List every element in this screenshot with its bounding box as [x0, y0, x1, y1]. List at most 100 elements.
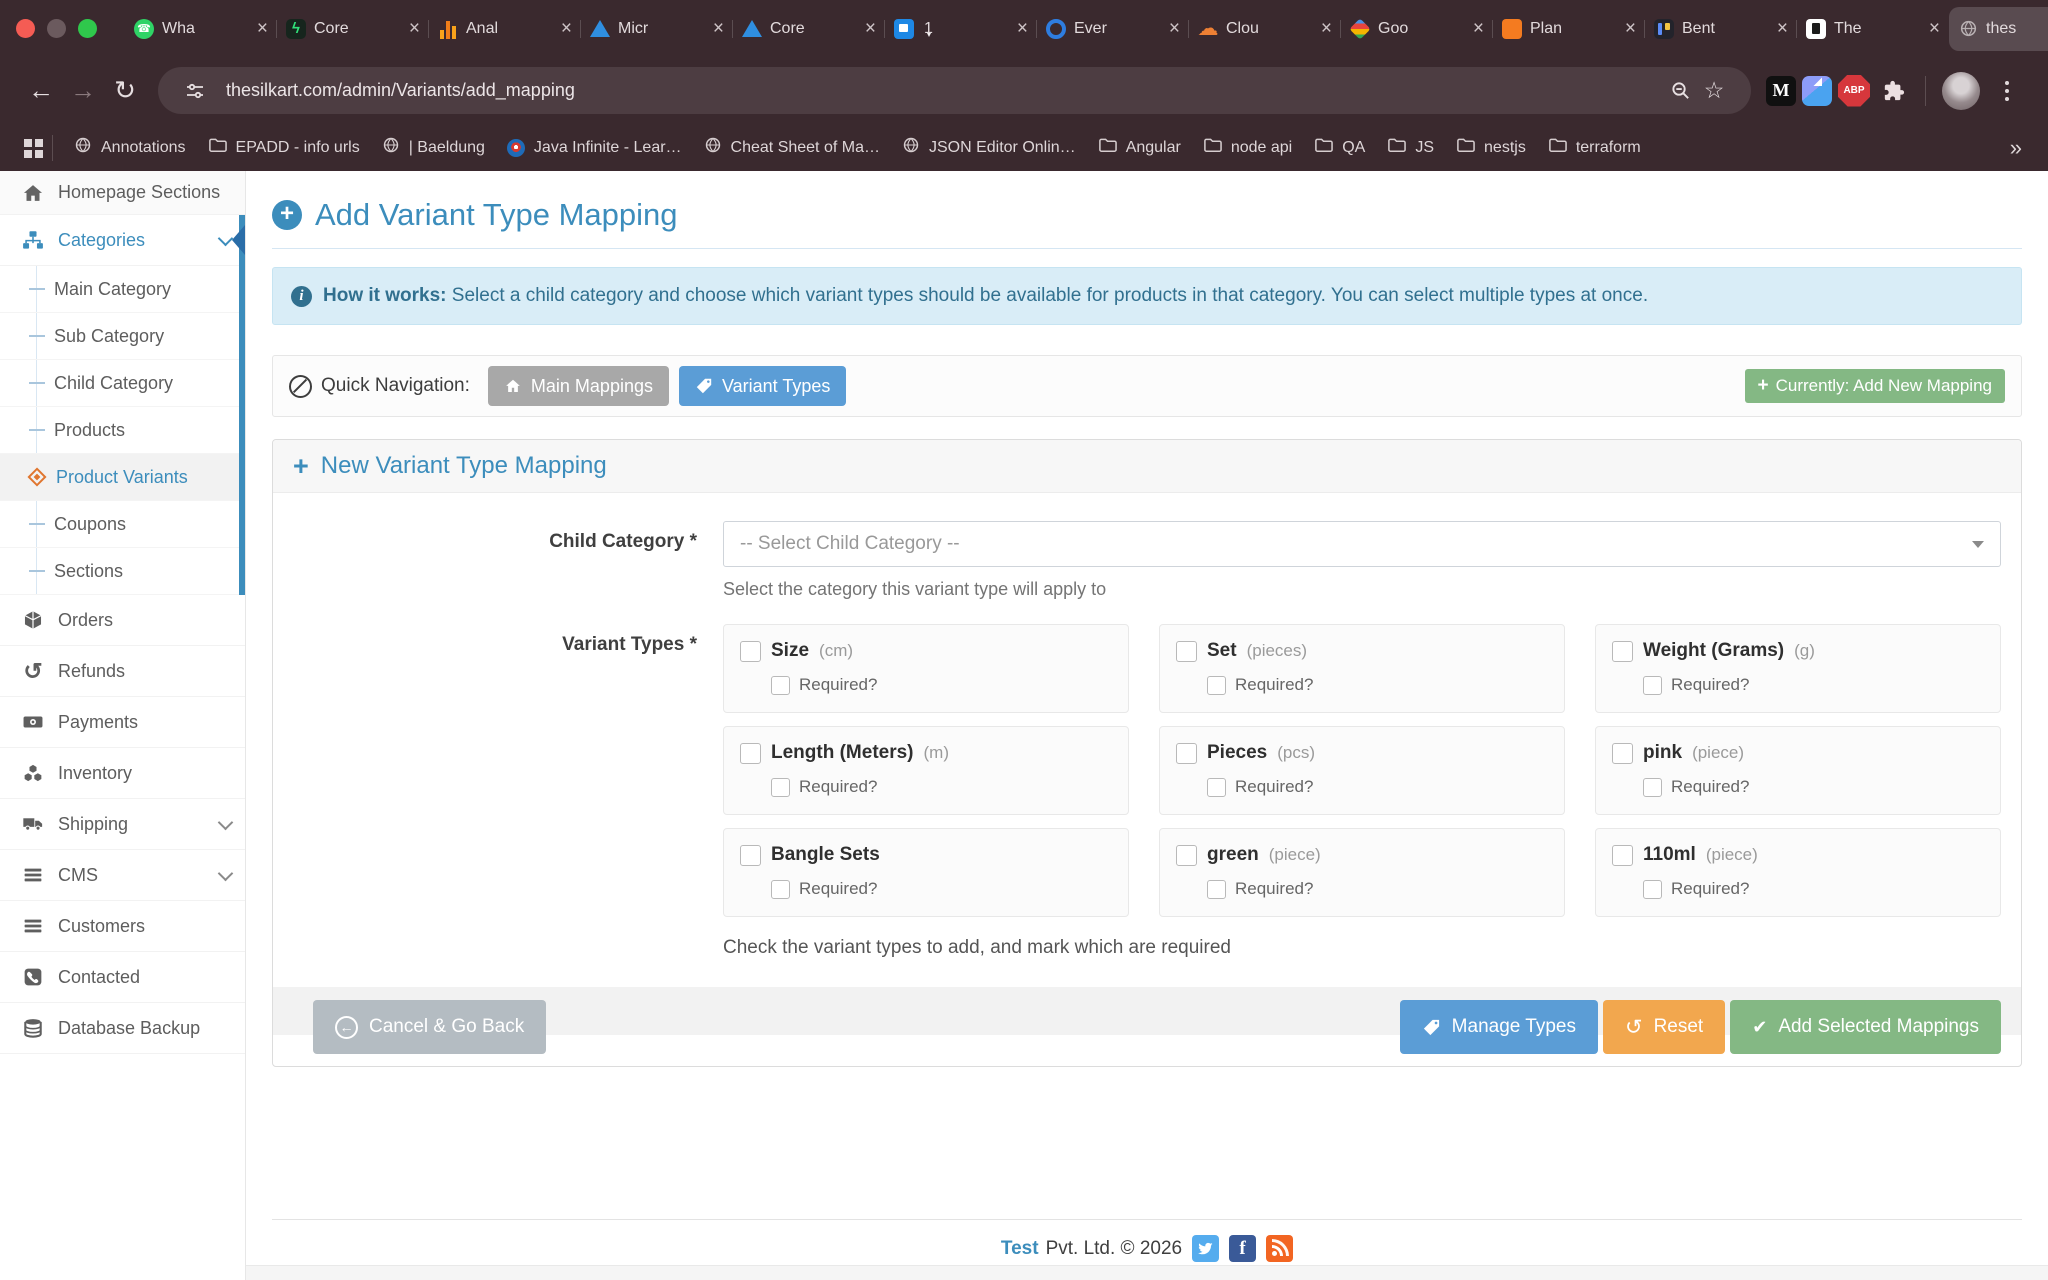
browser-tab[interactable]: Bent× — [1645, 7, 1797, 51]
bookmark-item[interactable]: QA — [1303, 136, 1376, 160]
required-checkbox[interactable] — [771, 778, 790, 797]
browser-tab[interactable]: ☁Clou× — [1189, 7, 1341, 51]
sidebar-item-sections[interactable]: Sections — [0, 548, 245, 595]
bookmark-star-icon[interactable]: ☆ — [1697, 77, 1731, 104]
required-checkbox[interactable] — [1643, 676, 1662, 695]
tab-close-icon[interactable]: × — [1169, 19, 1180, 38]
sidebar-item-cms[interactable]: CMS — [0, 850, 245, 901]
manage-types-button[interactable]: Manage Types — [1400, 1000, 1598, 1054]
sidebar-item-categories[interactable]: Categories — [0, 215, 245, 266]
address-bar[interactable]: thesilkart.com/admin/Variants/add_mappin… — [158, 67, 1751, 114]
required-checkbox[interactable] — [1643, 778, 1662, 797]
sidebar-item-main-category[interactable]: Main Category — [0, 266, 245, 313]
sidebar-item-refunds[interactable]: ↺Refunds — [0, 646, 245, 697]
reload-button[interactable]: ↻ — [104, 70, 146, 112]
bookmark-item[interactable]: Angular — [1087, 136, 1192, 160]
tab-close-icon[interactable]: × — [1929, 19, 1940, 38]
tab-close-icon[interactable]: × — [409, 19, 420, 38]
minimize-window-icon[interactable] — [47, 19, 66, 38]
browser-tab[interactable]: Anal× — [429, 7, 581, 51]
sidebar-item-sub-category[interactable]: Sub Category — [0, 313, 245, 360]
required-checkbox[interactable] — [1643, 880, 1662, 899]
browser-tab[interactable]: The× — [1797, 7, 1949, 51]
footer-company-link[interactable]: Test — [1001, 1238, 1039, 1260]
variant-checkbox[interactable] — [1612, 845, 1633, 866]
bookmark-item[interactable]: | Baeldung — [371, 136, 496, 159]
variant-checkbox[interactable] — [1176, 845, 1197, 866]
variant-checkbox[interactable] — [740, 845, 761, 866]
apps-grid-icon[interactable] — [24, 139, 32, 147]
variant-checkbox[interactable] — [1176, 743, 1197, 764]
variant-types-button[interactable]: Variant Types — [679, 366, 846, 406]
required-checkbox[interactable] — [771, 880, 790, 899]
sidebar-item-inventory[interactable]: Inventory — [0, 748, 245, 799]
tab-close-icon[interactable]: × — [257, 19, 268, 38]
bookmark-item[interactable]: Cheat Sheet of Ma… — [693, 136, 891, 159]
bookmark-item[interactable]: terraform — [1537, 136, 1652, 160]
tab-close-icon[interactable]: × — [1625, 19, 1636, 38]
zoom-out-icon[interactable] — [1663, 80, 1697, 101]
back-button[interactable]: ← — [20, 70, 62, 112]
rss-icon[interactable] — [1266, 1235, 1293, 1262]
url-text[interactable]: thesilkart.com/admin/Variants/add_mappin… — [226, 80, 575, 101]
browser-tab[interactable]: Plan× — [1493, 7, 1645, 51]
variant-checkbox[interactable] — [1176, 641, 1197, 662]
site-settings-icon[interactable] — [178, 81, 212, 101]
required-checkbox[interactable] — [1207, 676, 1226, 695]
bookmark-item[interactable]: JS — [1376, 136, 1445, 160]
bookmark-item[interactable]: EPADD - info urls — [197, 136, 371, 160]
browser-tab[interactable]: Core× — [733, 7, 885, 51]
browser-tab[interactable]: Micr× — [581, 7, 733, 51]
variant-checkbox[interactable] — [740, 743, 761, 764]
child-category-select[interactable]: -- Select Child Category -- — [723, 521, 2001, 567]
tab-close-icon[interactable]: × — [1017, 19, 1028, 38]
extension-notes-icon[interactable] — [1802, 76, 1832, 106]
browser-tab[interactable]: thes× — [1949, 7, 2048, 51]
required-checkbox[interactable] — [1207, 778, 1226, 797]
browser-tab[interactable]: ☎Wha× — [125, 7, 277, 51]
bookmark-item[interactable]: Java Infinite - Lear… — [496, 139, 693, 157]
browser-tab[interactable]: Ever× — [1037, 7, 1189, 51]
main-mappings-button[interactable]: Main Mappings — [488, 366, 669, 406]
tab-close-icon[interactable]: × — [1473, 19, 1484, 38]
sidebar-item-orders[interactable]: Orders — [0, 595, 245, 646]
bookmark-item[interactable]: Annotations — [63, 136, 197, 159]
required-checkbox[interactable] — [771, 676, 790, 695]
tab-close-icon[interactable]: × — [561, 19, 572, 38]
variant-checkbox[interactable] — [740, 641, 761, 662]
variant-checkbox[interactable] — [1612, 743, 1633, 764]
sidebar-item-shipping[interactable]: Shipping — [0, 799, 245, 850]
sidebar-item-child-category[interactable]: Child Category — [0, 360, 245, 407]
browser-tab[interactable]: 1× — [885, 7, 1037, 51]
maximize-window-icon[interactable] — [78, 19, 97, 38]
adblock-plus-icon[interactable]: ABP — [1838, 75, 1870, 107]
bookmark-item[interactable]: JSON Editor Onlin… — [891, 136, 1087, 159]
extensions-puzzle-icon[interactable] — [1876, 73, 1912, 109]
forward-button[interactable]: → — [62, 70, 104, 112]
sidebar-item-homepage-sections[interactable]: Homepage Sections — [0, 171, 245, 215]
sidebar-item-products[interactable]: Products — [0, 407, 245, 454]
variant-checkbox[interactable] — [1612, 641, 1633, 662]
sidebar-item-payments[interactable]: Payments — [0, 697, 245, 748]
sidebar-item-database-backup[interactable]: Database Backup — [0, 1003, 245, 1054]
bookmarks-overflow-chevron[interactable]: » — [2010, 135, 2030, 161]
required-checkbox[interactable] — [1207, 880, 1226, 899]
profile-avatar[interactable] — [1942, 72, 1980, 110]
bookmark-item[interactable]: nestjs — [1445, 136, 1537, 160]
twitter-icon[interactable] — [1192, 1235, 1219, 1262]
sidebar-item-coupons[interactable]: Coupons — [0, 501, 245, 548]
browser-tab[interactable]: Goo× — [1341, 7, 1493, 51]
tab-close-icon[interactable]: × — [1321, 19, 1332, 38]
tab-close-icon[interactable]: × — [713, 19, 724, 38]
tab-close-icon[interactable]: × — [1777, 19, 1788, 38]
reset-button[interactable]: ↺ Reset — [1603, 1000, 1725, 1054]
close-window-icon[interactable] — [16, 19, 35, 38]
tab-close-icon[interactable]: × — [865, 19, 876, 38]
cancel-go-back-button[interactable]: ← Cancel & Go Back — [313, 1000, 546, 1054]
bookmark-item[interactable]: node api — [1192, 136, 1303, 160]
sidebar-item-product-variants[interactable]: Product Variants — [0, 454, 245, 501]
sidebar-item-contacted[interactable]: Contacted — [0, 952, 245, 1003]
sidebar-item-customers[interactable]: Customers — [0, 901, 245, 952]
browser-tab[interactable]: ϟCore× — [277, 7, 429, 51]
browser-menu-icon[interactable] — [1986, 70, 2028, 112]
